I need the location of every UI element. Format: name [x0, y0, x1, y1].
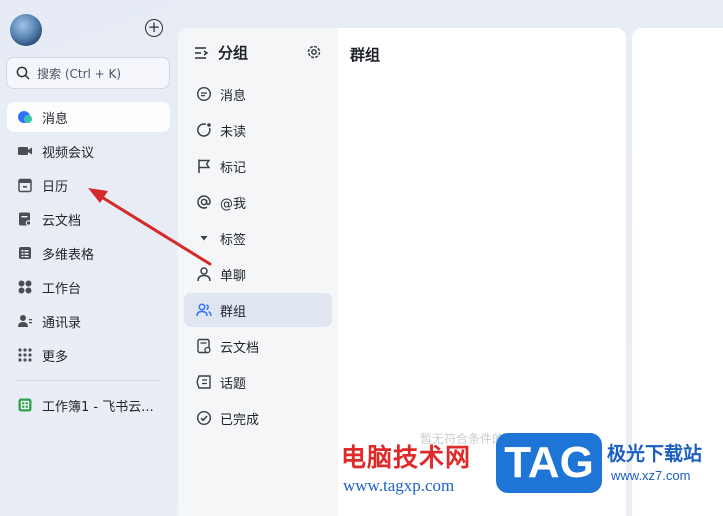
nav-item-label: 工作簿1 - 飞书云... — [42, 399, 154, 415]
group-item-groups[interactable]: 群组 — [184, 293, 332, 327]
nav-item-label: 日历 — [42, 179, 69, 195]
group-item-label: 云文档 — [220, 340, 260, 356]
watermark-site-url: www.xz7.com — [611, 468, 691, 483]
group-item-done[interactable]: 已完成 — [184, 401, 332, 435]
calendar-icon — [17, 177, 33, 193]
at-icon — [196, 194, 212, 210]
group-item-unread[interactable]: 未读 — [184, 113, 332, 147]
message-icon — [17, 109, 33, 125]
group-item-label: 消息 — [220, 88, 247, 104]
topic-icon — [196, 374, 212, 390]
group-item-docs[interactable]: 云文档 — [184, 329, 332, 363]
group-item-label: 未读 — [220, 124, 247, 140]
group-icon — [196, 302, 212, 318]
nav-item-workplace[interactable]: 工作台 — [7, 272, 170, 302]
group-item-label: 已完成 — [220, 412, 260, 428]
panel-title-text: 分组 — [218, 44, 249, 62]
contacts-icon — [17, 313, 33, 329]
watermark-cn: 电脑技术网 — [341, 443, 472, 472]
flag-icon — [196, 158, 212, 174]
nav-item-label: 通讯录 — [42, 315, 82, 331]
caret-down-icon — [196, 230, 212, 246]
search-input[interactable]: 搜索 (Ctrl + K) — [6, 57, 170, 89]
video-icon — [17, 143, 33, 159]
nav-item-pinned-sheet[interactable]: 工作簿1 - 飞书云... — [7, 390, 170, 420]
sheet-icon — [17, 397, 33, 413]
nav-item-label: 工作台 — [42, 281, 82, 297]
left-nav: + 搜索 (Ctrl + K) 消息 视频会议 日历 云文档 多维表格 工作台 … — [0, 0, 178, 516]
search-placeholder: 搜索 (Ctrl + K) — [37, 66, 122, 81]
nav-item-base[interactable]: 多维表格 — [7, 238, 170, 268]
group-item-messages[interactable]: 消息 — [184, 77, 332, 111]
group-item-tags[interactable]: 标签 — [184, 221, 332, 255]
watermark-tag-logo: TAG — [496, 433, 602, 493]
unread-icon — [196, 122, 212, 138]
group-item-flagged[interactable]: 标记 — [184, 149, 332, 183]
more-icon — [17, 347, 33, 363]
group-item-label: 标记 — [220, 160, 247, 176]
watermark-site-cn: 极光下载站 — [607, 443, 703, 465]
nav-item-label: 消息 — [42, 111, 69, 127]
doc-icon — [17, 211, 33, 227]
watermark-url: www.tagxp.com — [343, 476, 455, 495]
nav-item-label: 更多 — [42, 349, 69, 365]
nav-item-calendar[interactable]: 日历 — [7, 170, 170, 200]
chat-bubble-icon — [196, 86, 212, 102]
table-icon — [17, 245, 33, 261]
apps-icon — [17, 279, 33, 295]
person-icon — [196, 266, 212, 282]
group-item-label: 话题 — [220, 376, 247, 392]
nav-item-video-meeting[interactable]: 视频会议 — [7, 136, 170, 166]
doc-icon — [196, 338, 212, 354]
nav-item-contacts[interactable]: 通讯录 — [7, 306, 170, 336]
group-item-label: 标签 — [220, 232, 247, 248]
nav-item-docs[interactable]: 云文档 — [7, 204, 170, 234]
group-item-label: 单聊 — [220, 268, 247, 284]
nav-item-label: 多维表格 — [42, 247, 95, 263]
group-item-mentions[interactable]: @我 — [184, 185, 332, 219]
nav-item-label: 云文档 — [42, 213, 82, 229]
check-circle-icon — [196, 410, 212, 426]
nav-item-more[interactable]: 更多 — [7, 340, 170, 370]
group-item-label: 群组 — [220, 304, 247, 320]
chat-list-title: 群组 — [350, 46, 381, 64]
group-item-direct[interactable]: 单聊 — [184, 257, 332, 291]
divider — [16, 380, 159, 381]
collapse-list-icon[interactable] — [194, 46, 210, 60]
avatar[interactable] — [10, 14, 42, 46]
group-item-label: @我 — [220, 196, 247, 212]
search-icon — [16, 66, 30, 80]
panel-title: 分组 — [194, 42, 248, 63]
nav-item-label: 视频会议 — [42, 145, 95, 161]
nav-item-messages[interactable]: 消息 — [7, 102, 170, 132]
gear-icon[interactable] — [306, 44, 322, 64]
group-item-topics[interactable]: 话题 — [184, 365, 332, 399]
add-icon[interactable]: + — [145, 19, 163, 37]
group-panel: 分组 消息 未读 标记 @我 标签 单聊 群组 云文档 话题 已完成 — [178, 28, 338, 516]
